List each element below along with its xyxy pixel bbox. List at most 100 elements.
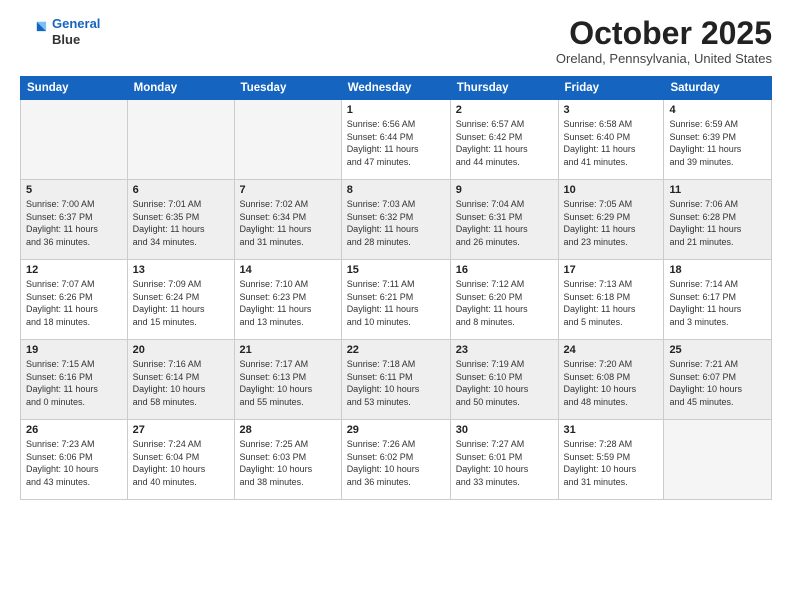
day-cell: 18Sunrise: 7:14 AM Sunset: 6:17 PM Dayli… xyxy=(664,260,772,340)
day-cell: 4Sunrise: 6:59 AM Sunset: 6:39 PM Daylig… xyxy=(664,100,772,180)
calendar-table: SundayMondayTuesdayWednesdayThursdayFrid… xyxy=(20,76,772,500)
day-number: 8 xyxy=(347,184,445,196)
day-info: Sunrise: 7:15 AM Sunset: 6:16 PM Dayligh… xyxy=(26,358,122,408)
day-info: Sunrise: 7:14 AM Sunset: 6:17 PM Dayligh… xyxy=(669,278,766,328)
day-cell: 3 Sunrise: 6:58 AM Sunset: 6:40 PM Daylig… xyxy=(558,100,664,180)
day-info: Sunrise: 7:20 AM Sunset: 6:08 PM Dayligh… xyxy=(564,358,659,408)
day-info: Sunrise: 7:24 AM Sunset: 6:04 PM Dayligh… xyxy=(133,438,229,488)
day-info: Sunrise: 7:25 AM Sunset: 6:03 PM Dayligh… xyxy=(240,438,336,488)
day-number: 3 xyxy=(564,104,659,116)
day-number: 4 xyxy=(669,104,766,116)
day-number: 13 xyxy=(133,264,229,276)
day-cell: 1 Sunrise: 6:56 AM Sunset: 6:44 PM Daylig… xyxy=(341,100,450,180)
day-info: Sunrise: 7:03 AM Sunset: 6:32 PM Dayligh… xyxy=(347,198,445,248)
day-cell: 31 Sunrise: 7:28 AM Sunset: 5:59 PM Dayli… xyxy=(558,420,664,500)
day-number: 12 xyxy=(26,264,122,276)
day-info: Sunrise: 7:04 AM Sunset: 6:31 PM Dayligh… xyxy=(456,198,553,248)
day-cell: 30 Sunrise: 7:27 AM Sunset: 6:01 PM Dayli… xyxy=(450,420,558,500)
day-number: 11 xyxy=(669,184,766,196)
day-number: 2 xyxy=(456,104,553,116)
logo-icon xyxy=(20,18,48,46)
logo: General Blue xyxy=(20,16,100,47)
day-cell: 19Sunrise: 7:15 AM Sunset: 6:16 PM Dayli… xyxy=(21,340,128,420)
day-info: Sunrise: 7:21 AM Sunset: 6:07 PM Dayligh… xyxy=(669,358,766,408)
day-cell: 23Sunrise: 7:19 AM Sunset: 6:10 PM Dayli… xyxy=(450,340,558,420)
day-number: 30 xyxy=(456,424,553,436)
day-info: Sunrise: 6:57 AM Sunset: 6:42 PM Dayligh… xyxy=(456,118,553,168)
day-info: Sunrise: 7:00 AM Sunset: 6:37 PM Dayligh… xyxy=(26,198,122,248)
day-info: Sunrise: 7:12 AM Sunset: 6:20 PM Dayligh… xyxy=(456,278,553,328)
day-number: 6 xyxy=(133,184,229,196)
day-cell: 7Sunrise: 7:02 AM Sunset: 6:34 PM Daylig… xyxy=(234,180,341,260)
logo-text: General Blue xyxy=(52,16,100,47)
day-number: 20 xyxy=(133,344,229,356)
day-cell: 26Sunrise: 7:23 AM Sunset: 6:06 PM Dayli… xyxy=(21,420,128,500)
day-info: Sunrise: 7:09 AM Sunset: 6:24 PM Dayligh… xyxy=(133,278,229,328)
day-number: 27 xyxy=(133,424,229,436)
calendar-page: General Blue October 2025 Oreland, Penns… xyxy=(0,0,792,612)
day-number: 9 xyxy=(456,184,553,196)
day-number: 5 xyxy=(26,184,122,196)
weekday-header-sunday: Sunday xyxy=(21,77,128,100)
day-cell xyxy=(21,100,128,180)
day-info: Sunrise: 7:13 AM Sunset: 6:18 PM Dayligh… xyxy=(564,278,659,328)
weekday-header-saturday: Saturday xyxy=(664,77,772,100)
day-cell: 2 Sunrise: 6:57 AM Sunset: 6:42 PM Daylig… xyxy=(450,100,558,180)
day-cell: 11 Sunrise: 7:06 AM Sunset: 6:28 PM Dayli… xyxy=(664,180,772,260)
location: Oreland, Pennsylvania, United States xyxy=(556,51,772,66)
day-cell: 8 Sunrise: 7:03 AM Sunset: 6:32 PM Daylig… xyxy=(341,180,450,260)
day-info: Sunrise: 6:58 AM Sunset: 6:40 PM Dayligh… xyxy=(564,118,659,168)
day-number: 24 xyxy=(564,344,659,356)
day-info: Sunrise: 7:23 AM Sunset: 6:06 PM Dayligh… xyxy=(26,438,122,488)
weekday-header-friday: Friday xyxy=(558,77,664,100)
day-cell: 29Sunrise: 7:26 AM Sunset: 6:02 PM Dayli… xyxy=(341,420,450,500)
day-number: 28 xyxy=(240,424,336,436)
week-row-3: 12 Sunrise: 7:07 AM Sunset: 6:26 PM Dayli… xyxy=(21,260,772,340)
weekday-header-wednesday: Wednesday xyxy=(341,77,450,100)
day-cell xyxy=(127,100,234,180)
day-number: 1 xyxy=(347,104,445,116)
day-info: Sunrise: 7:27 AM Sunset: 6:01 PM Dayligh… xyxy=(456,438,553,488)
day-info: Sunrise: 7:28 AM Sunset: 5:59 PM Dayligh… xyxy=(564,438,659,488)
day-cell: 16 Sunrise: 7:12 AM Sunset: 6:20 PM Dayli… xyxy=(450,260,558,340)
day-cell: 12 Sunrise: 7:07 AM Sunset: 6:26 PM Dayli… xyxy=(21,260,128,340)
day-number: 17 xyxy=(564,264,659,276)
week-row-1: 1 Sunrise: 6:56 AM Sunset: 6:44 PM Daylig… xyxy=(21,100,772,180)
day-number: 10 xyxy=(564,184,659,196)
header: General Blue October 2025 Oreland, Penns… xyxy=(20,16,772,66)
day-info: Sunrise: 7:05 AM Sunset: 6:29 PM Dayligh… xyxy=(564,198,659,248)
day-cell: 6 Sunrise: 7:01 AM Sunset: 6:35 PM Daylig… xyxy=(127,180,234,260)
week-row-5: 26Sunrise: 7:23 AM Sunset: 6:06 PM Dayli… xyxy=(21,420,772,500)
day-number: 31 xyxy=(564,424,659,436)
day-info: Sunrise: 7:18 AM Sunset: 6:11 PM Dayligh… xyxy=(347,358,445,408)
day-cell: 22 Sunrise: 7:18 AM Sunset: 6:11 PM Dayli… xyxy=(341,340,450,420)
weekday-header-thursday: Thursday xyxy=(450,77,558,100)
day-info: Sunrise: 7:16 AM Sunset: 6:14 PM Dayligh… xyxy=(133,358,229,408)
day-cell: 13 Sunrise: 7:09 AM Sunset: 6:24 PM Dayli… xyxy=(127,260,234,340)
day-cell: 20 Sunrise: 7:16 AM Sunset: 6:14 PM Dayli… xyxy=(127,340,234,420)
day-cell: 15 Sunrise: 7:11 AM Sunset: 6:21 PM Dayli… xyxy=(341,260,450,340)
day-info: Sunrise: 7:07 AM Sunset: 6:26 PM Dayligh… xyxy=(26,278,122,328)
day-info: Sunrise: 7:10 AM Sunset: 6:23 PM Dayligh… xyxy=(240,278,336,328)
day-info: Sunrise: 7:11 AM Sunset: 6:21 PM Dayligh… xyxy=(347,278,445,328)
day-cell xyxy=(234,100,341,180)
day-cell: 21Sunrise: 7:17 AM Sunset: 6:13 PM Dayli… xyxy=(234,340,341,420)
day-info: Sunrise: 7:02 AM Sunset: 6:34 PM Dayligh… xyxy=(240,198,336,248)
day-number: 14 xyxy=(240,264,336,276)
day-cell: 9 Sunrise: 7:04 AM Sunset: 6:31 PM Daylig… xyxy=(450,180,558,260)
day-number: 23 xyxy=(456,344,553,356)
day-info: Sunrise: 7:01 AM Sunset: 6:35 PM Dayligh… xyxy=(133,198,229,248)
week-row-2: 5 Sunrise: 7:00 AM Sunset: 6:37 PM Daylig… xyxy=(21,180,772,260)
month-title: October 2025 xyxy=(556,16,772,51)
day-info: Sunrise: 6:56 AM Sunset: 6:44 PM Dayligh… xyxy=(347,118,445,168)
day-cell: 28 Sunrise: 7:25 AM Sunset: 6:03 PM Dayli… xyxy=(234,420,341,500)
day-number: 15 xyxy=(347,264,445,276)
week-row-4: 19Sunrise: 7:15 AM Sunset: 6:16 PM Dayli… xyxy=(21,340,772,420)
day-cell xyxy=(664,420,772,500)
day-info: Sunrise: 7:06 AM Sunset: 6:28 PM Dayligh… xyxy=(669,198,766,248)
day-number: 22 xyxy=(347,344,445,356)
day-cell: 14 Sunrise: 7:10 AM Sunset: 6:23 PM Dayli… xyxy=(234,260,341,340)
day-number: 16 xyxy=(456,264,553,276)
day-cell: 27 Sunrise: 7:24 AM Sunset: 6:04 PM Dayli… xyxy=(127,420,234,500)
weekday-header-tuesday: Tuesday xyxy=(234,77,341,100)
